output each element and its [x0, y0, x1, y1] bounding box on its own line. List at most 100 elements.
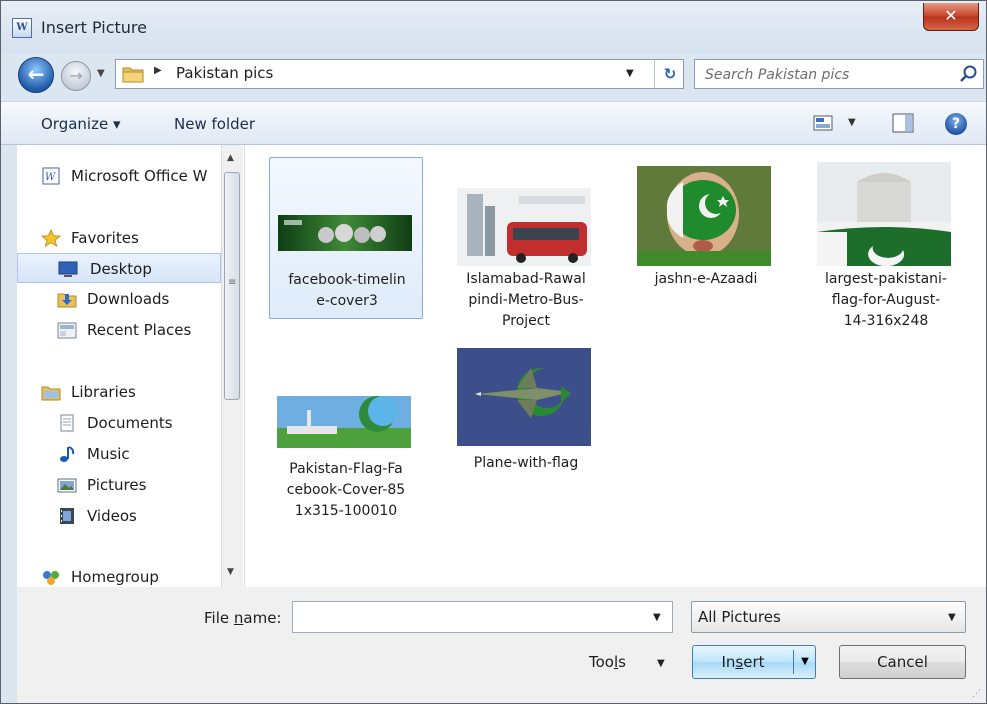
split-divider — [793, 650, 794, 674]
tools-button[interactable]: Tools — [589, 653, 626, 671]
homegroup-icon — [43, 571, 59, 585]
sidebar-item-music[interactable]: Music — [57, 439, 237, 469]
breadcrumb-current[interactable]: Pakistan pics — [176, 64, 273, 82]
recent-locations-dropdown[interactable]: ▼ — [97, 68, 105, 79]
address-bar[interactable]: ▶ Pakistan pics ▼ ↻ — [115, 59, 684, 89]
file-item[interactable]: Islamabad-Rawal pindi-Metro-Bus- Project — [449, 157, 603, 337]
sidebar-item-homegroup[interactable]: Homegroup — [41, 562, 241, 587]
file-name: 14-316x248 — [843, 313, 929, 329]
sidebar-item-documents[interactable]: Documents — [57, 408, 237, 438]
file-list: facebook-timelin e-cover3 Islamabad-Rawa… — [245, 145, 986, 587]
refresh-icon: ↻ — [663, 65, 677, 83]
word-app-icon: W — [12, 18, 32, 38]
refresh-button[interactable]: ↻ — [654, 60, 685, 88]
file-item[interactable]: jashn-e-Azaadi — [629, 157, 783, 307]
back-button[interactable]: ← — [18, 57, 54, 93]
forward-button[interactable]: → — [61, 61, 91, 91]
file-name: cebook-Cover-85 — [286, 482, 406, 498]
sidebar-item-label: Documents — [87, 414, 173, 432]
search-input[interactable] — [703, 64, 947, 86]
sidebar-item-label: Homegroup — [71, 568, 159, 586]
sidebar-item-libraries[interactable]: Libraries — [41, 377, 241, 407]
desktop-icon — [58, 261, 78, 277]
preview-pane-icon[interactable] — [892, 113, 914, 133]
word-icon: W — [42, 167, 60, 185]
file-name: facebook-timelin — [288, 272, 406, 288]
file-name: jashn-e-Azaadi — [654, 271, 758, 287]
file-item[interactable]: Pakistan-Flag-Fa cebook-Cover-85 1x315-1… — [269, 347, 423, 527]
title-bar[interactable]: W Insert Picture ✕ — [1, 1, 986, 53]
file-item[interactable]: Plane-with-flag — [449, 347, 603, 487]
sidebar-item-favorites[interactable]: Favorites — [41, 223, 241, 253]
insert-options-dropdown-icon[interactable]: ▼ — [797, 646, 813, 678]
file-name: Plane-with-flag — [473, 455, 579, 471]
sidebar-item-pictures[interactable]: Pictures — [57, 470, 237, 500]
svg-text:W: W — [45, 172, 56, 183]
file-item[interactable]: facebook-timelin e-cover3 — [269, 157, 423, 319]
search-icon[interactable] — [957, 63, 981, 85]
sidebar-item-videos[interactable]: Videos — [57, 501, 237, 531]
navigation-bar: ← → ▼ ▶ Pakistan pics ▼ ↻ — [1, 53, 986, 97]
navigation-pane: W Microsoft Office W Favorites Desktop D… — [17, 145, 245, 587]
file-name-dropdown-icon[interactable]: ▼ — [653, 612, 661, 623]
chevron-down-icon: ▼ — [948, 612, 956, 623]
tools-dropdown-icon[interactable]: ▼ — [657, 658, 665, 669]
arrow-left-icon: ← — [27, 62, 45, 86]
folder-icon — [122, 67, 144, 83]
scroll-up-arrow-icon[interactable]: ▲ — [227, 153, 234, 163]
image-thumbnail — [457, 348, 591, 446]
file-name: Pakistan-Flag-Fa — [289, 461, 403, 477]
sidebar-item-label: Desktop — [90, 260, 152, 278]
file-name-combobox[interactable]: ▼ — [292, 601, 673, 633]
sidebar-item-microsoft-office[interactable]: W Microsoft Office W — [41, 161, 241, 191]
address-dropdown[interactable]: ▼ — [626, 68, 634, 79]
scroll-down-arrow-icon[interactable]: ▼ — [227, 567, 234, 577]
file-name: Islamabad-Rawal — [466, 271, 586, 287]
file-name: pindi-Metro-Bus- — [468, 292, 584, 308]
image-thumbnail — [277, 396, 411, 448]
grip-icon: ≡ — [228, 277, 237, 288]
file-type-select[interactable]: All Pictures ▼ — [691, 601, 966, 633]
search-box[interactable] — [694, 59, 984, 89]
view-options-dropdown[interactable]: ▼ — [848, 117, 856, 128]
file-name: largest-pakistani- — [825, 271, 947, 287]
insert-button-label: Insert — [721, 653, 765, 671]
sidebar-item-label: Recent Places — [87, 321, 192, 339]
dialog-title: Insert Picture — [41, 18, 147, 37]
organize-button[interactable]: Organize ▾ — [41, 115, 121, 133]
sidebar-item-label: Pictures — [87, 476, 147, 494]
sidebar-item-label: Libraries — [71, 383, 136, 401]
image-thumbnail — [278, 215, 412, 251]
file-name: Project — [502, 313, 550, 329]
pictures-icon — [57, 478, 77, 493]
insert-button[interactable]: Insert ▼ — [692, 645, 816, 679]
resize-grip-icon[interactable]: ⋰ — [972, 689, 981, 699]
change-view-icon[interactable] — [813, 114, 833, 132]
file-name: 1x315-100010 — [294, 503, 398, 519]
file-item[interactable]: largest-pakistani- flag-for-August- 14-3… — [809, 157, 963, 337]
image-thumbnail — [637, 166, 771, 266]
command-toolbar: Organize ▾ New folder ▼ ? — [1, 101, 986, 145]
insert-picture-dialog: W Insert Picture ✕ ← → ▼ ▶ Pakistan pics… — [0, 0, 987, 704]
recent-places-icon — [57, 322, 77, 339]
sidebar-item-label: Downloads — [87, 290, 170, 308]
sidebar-item-recent-places[interactable]: Recent Places — [57, 315, 237, 345]
close-button[interactable]: ✕ — [923, 3, 979, 31]
breadcrumb-separator[interactable]: ▶ — [154, 65, 162, 76]
scroll-thumb[interactable]: ≡ — [224, 172, 240, 400]
close-icon: ✕ — [944, 6, 958, 25]
new-folder-button[interactable]: New folder — [174, 115, 255, 133]
file-name-label: File name: — [204, 609, 282, 627]
file-name-input[interactable] — [297, 607, 641, 629]
help-icon[interactable]: ? — [945, 113, 967, 135]
sidebar-item-desktop[interactable]: Desktop — [17, 253, 221, 283]
image-thumbnail — [457, 188, 591, 266]
sidebar-item-downloads[interactable]: Downloads — [57, 284, 237, 314]
navigation-scrollbar[interactable]: ▲ ≡ ▼ — [221, 145, 243, 587]
arrow-right-icon: → — [69, 66, 83, 85]
star-icon — [41, 229, 61, 247]
cancel-button[interactable]: Cancel — [839, 645, 966, 679]
downloads-icon — [57, 293, 77, 308]
music-icon — [60, 446, 75, 462]
libraries-icon — [41, 386, 61, 401]
